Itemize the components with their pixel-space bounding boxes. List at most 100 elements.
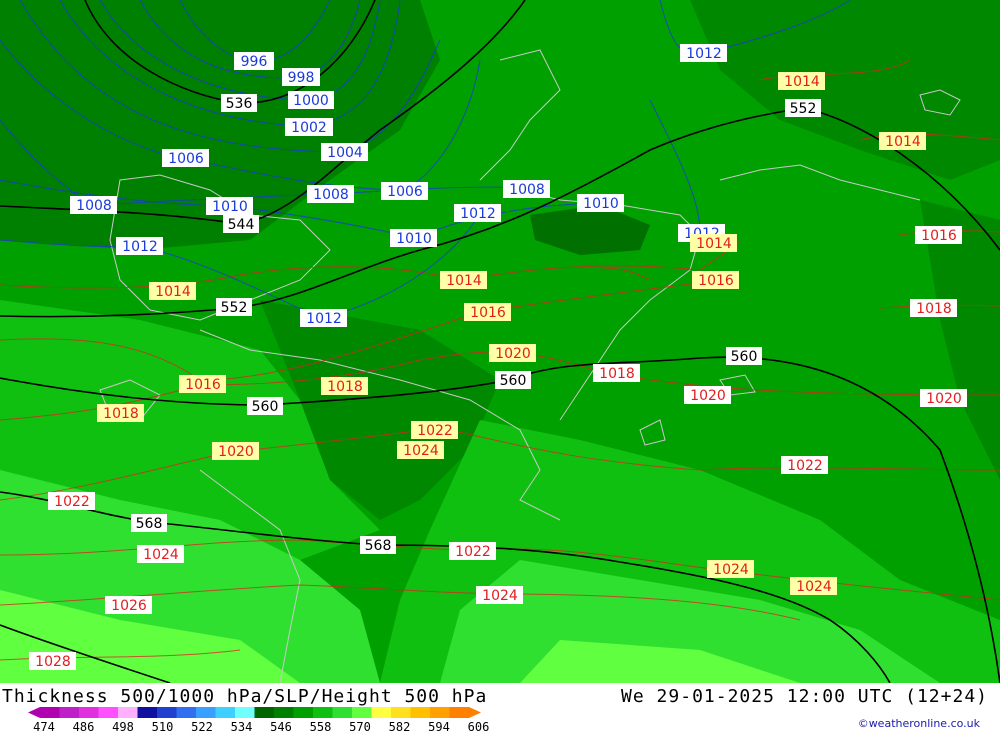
svg-text:1022: 1022 [417, 423, 453, 439]
isobar-label: 1022 [411, 421, 458, 439]
legend-label: 486 [73, 720, 95, 733]
legend-swatch [196, 707, 216, 718]
isobar-label: 1024 [790, 577, 837, 595]
svg-text:552: 552 [790, 101, 817, 117]
color-legend: 474 486 498 510 522 534 546 558 570 582 594 606 [28, 707, 489, 733]
svg-text:1020: 1020 [690, 388, 726, 404]
isobar-label: 1026 [105, 596, 152, 614]
svg-text:1012: 1012 [306, 311, 342, 327]
svg-text:568: 568 [365, 538, 392, 554]
credit-link[interactable]: ©weatheronline.co.uk [858, 717, 980, 730]
legend-swatch [157, 707, 177, 718]
svg-text:1016: 1016 [921, 228, 957, 244]
isobar-label: 1010 [390, 229, 437, 247]
isobar-label: 1020 [684, 386, 731, 404]
svg-text:1024: 1024 [403, 443, 439, 459]
svg-text:568: 568 [136, 516, 163, 532]
legend-swatch [391, 707, 411, 718]
isobar-label: 1008 [503, 180, 550, 198]
isobar-label: 996 [234, 52, 274, 70]
isobar-label: 1004 [321, 143, 368, 161]
legend-arrow-high [469, 707, 481, 718]
footer-bar: Thickness 500/1000 hPa/SLP/Height 500 hP… [0, 683, 1000, 733]
legend-swatch [79, 707, 99, 718]
svg-text:1016: 1016 [185, 377, 221, 393]
isobar-label: 1016 [179, 375, 226, 393]
svg-text:1020: 1020 [495, 346, 531, 362]
svg-text:1022: 1022 [787, 458, 823, 474]
svg-text:1010: 1010 [212, 199, 248, 215]
isobar-label: 1020 [920, 389, 967, 407]
isobar-label: 1014 [690, 234, 737, 252]
legend-label: 522 [191, 720, 213, 733]
svg-text:1014: 1014 [155, 284, 191, 300]
legend-swatch [313, 707, 333, 718]
svg-text:1014: 1014 [696, 236, 732, 252]
isobar-label: 1014 [879, 132, 926, 150]
height-label: 536 [221, 94, 257, 112]
isobar-label: 1020 [489, 344, 536, 362]
height-label: 544 [223, 215, 259, 233]
height-label: 560 [247, 397, 283, 415]
svg-text:1006: 1006 [387, 184, 423, 200]
isobar-label: 1006 [381, 182, 428, 200]
legend-swatch [118, 707, 138, 718]
legend-label: 546 [270, 720, 292, 733]
svg-text:1018: 1018 [599, 366, 635, 382]
height-label: 552 [216, 298, 252, 316]
isobar-label: 1028 [29, 652, 76, 670]
svg-text:1012: 1012 [122, 239, 158, 255]
svg-text:1024: 1024 [143, 547, 179, 563]
weather-map: 996 998 1000 1002 1004 1006 1006 1008 10… [0, 0, 1000, 683]
isobar-label: 1010 [577, 194, 624, 212]
svg-text:544: 544 [228, 217, 255, 233]
legend-label: 594 [428, 720, 450, 733]
isobar-label: 1022 [781, 456, 828, 474]
legend-swatch [410, 707, 431, 718]
svg-text:1006: 1006 [168, 151, 204, 167]
svg-text:1002: 1002 [291, 120, 327, 136]
svg-text:1014: 1014 [885, 134, 921, 150]
isobar-label: 1014 [440, 271, 487, 289]
svg-text:560: 560 [731, 349, 758, 365]
map-title: Thickness 500/1000 hPa/SLP/Height 500 hP… [2, 686, 488, 707]
legend-swatch [332, 707, 353, 718]
svg-text:1022: 1022 [54, 494, 90, 510]
height-label: 552 [785, 99, 821, 117]
svg-text:1018: 1018 [103, 406, 139, 422]
legend-swatch [137, 707, 158, 718]
isobar-label: 1018 [321, 377, 368, 395]
isobar-label: 1024 [476, 586, 523, 604]
height-label: 568 [131, 514, 167, 532]
svg-text:996: 996 [241, 54, 268, 70]
svg-text:1016: 1016 [470, 305, 506, 321]
svg-text:1018: 1018 [916, 301, 952, 317]
isobar-label: 1002 [285, 118, 333, 136]
legend-swatch [430, 707, 450, 718]
legend-swatch [59, 707, 80, 718]
isobar-label: 998 [282, 68, 320, 86]
isobar-label: 1000 [288, 91, 334, 109]
isobar-label: 1014 [149, 282, 196, 300]
svg-text:1016: 1016 [698, 273, 734, 289]
svg-text:536: 536 [226, 96, 253, 112]
isobar-label: 1020 [212, 442, 259, 460]
legend-swatch [40, 707, 60, 718]
legend-swatch [293, 707, 314, 718]
svg-text:1028: 1028 [35, 654, 71, 670]
svg-text:560: 560 [500, 373, 527, 389]
svg-text:1000: 1000 [293, 93, 329, 109]
svg-text:1024: 1024 [482, 588, 518, 604]
legend-label: 510 [152, 720, 174, 733]
isobar-label: 1016 [464, 303, 511, 321]
isobar-label: 1008 [307, 185, 354, 203]
height-label: 560 [726, 347, 762, 365]
svg-text:1010: 1010 [396, 231, 432, 247]
svg-text:1010: 1010 [583, 196, 619, 212]
legend-swatch [98, 707, 119, 718]
svg-text:1012: 1012 [686, 46, 722, 62]
legend-swatch [274, 707, 294, 718]
isobar-label: 1012 [680, 44, 727, 62]
svg-text:560: 560 [252, 399, 279, 415]
legend-label: 474 [33, 720, 55, 733]
